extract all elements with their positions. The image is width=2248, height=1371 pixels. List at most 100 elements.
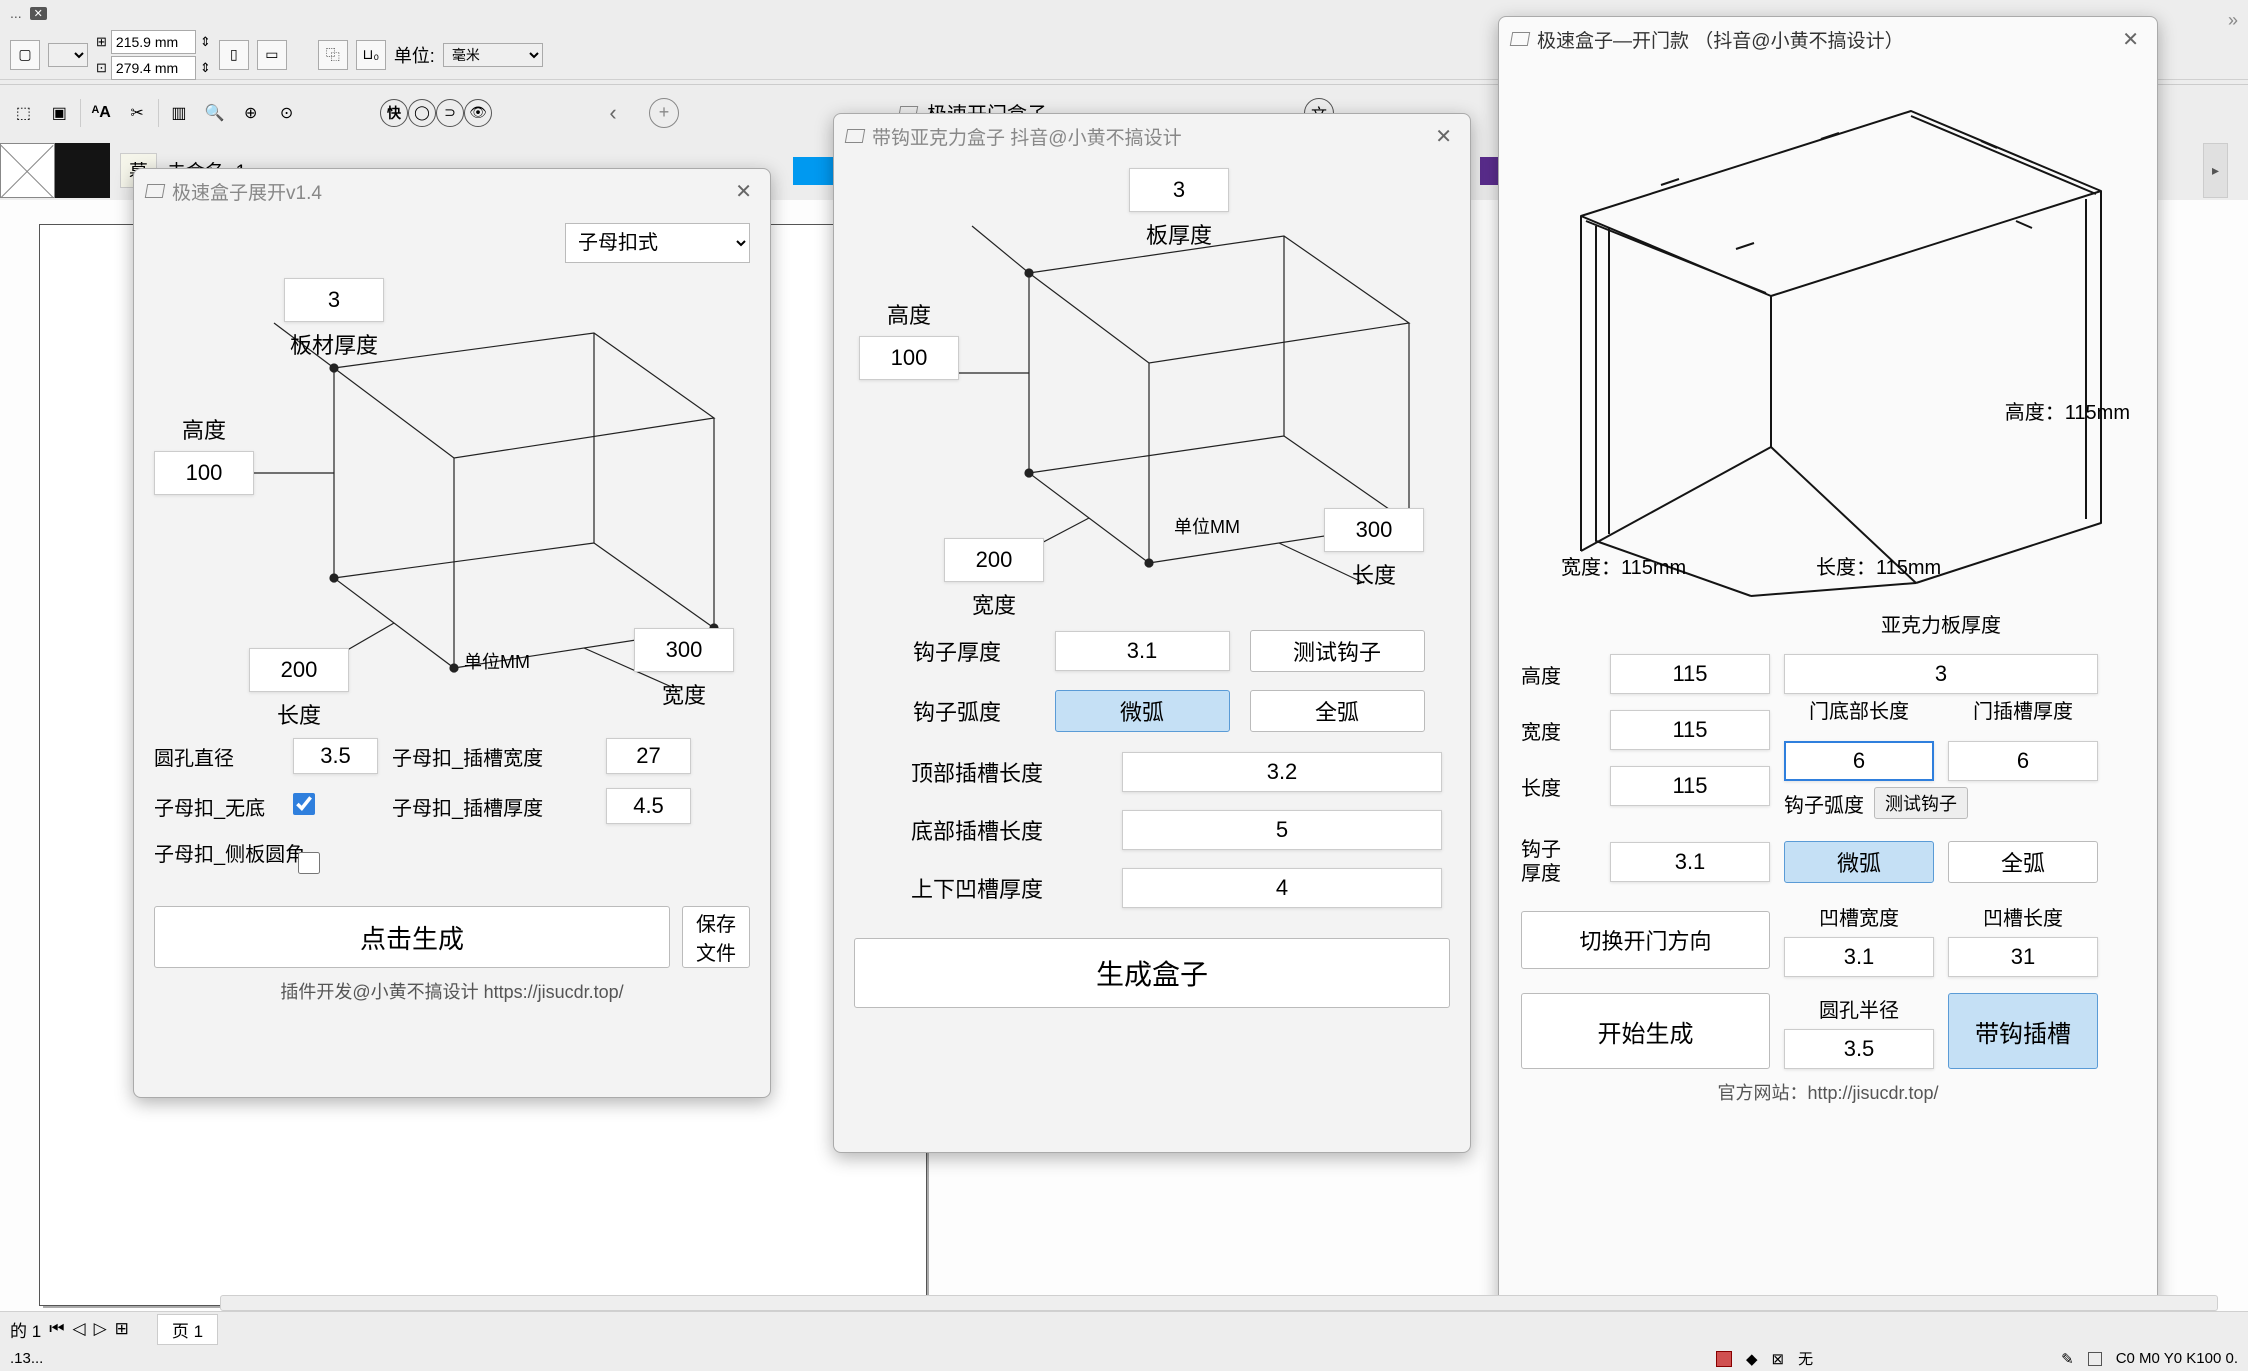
close-icon[interactable]: ✕ [729,179,758,204]
eye-icon[interactable]: 👁 [464,99,492,127]
d2-thickness-input[interactable] [1129,168,1229,212]
d3-height-input[interactable] [1610,654,1770,694]
width-input[interactable] [634,628,734,672]
thickness-input[interactable] [284,278,384,322]
slot-width-input[interactable] [606,738,691,774]
d2-height-group: 高度 [859,298,959,380]
micro-arc-button[interactable]: 微弧 [1055,690,1230,732]
zoom-icon[interactable]: 🔍 [199,97,230,129]
outline-swatch[interactable] [2088,1352,2102,1366]
prev-page-icon[interactable]: ◁ [73,1319,86,1339]
length-group: 长度 [249,648,349,730]
portrait-icon[interactable]: ▯ [219,40,249,70]
swatch-blue[interactable] [793,157,835,185]
record-icon[interactable] [1716,1351,1732,1367]
hole-diam-input[interactable] [293,738,378,774]
hole-r-input[interactable] [1784,1029,1934,1069]
hook-thick-input[interactable] [1055,631,1230,671]
d2-height-label: 高度 [859,298,959,330]
no-bottom-label: 子母扣_无底 [154,792,279,821]
side-radius-checkbox[interactable] [298,852,320,874]
d2-length-input[interactable] [1324,508,1424,552]
crop-icon[interactable]: ✂ [122,97,153,129]
magnify-icon[interactable]: ⊕ [235,97,266,129]
groove-thick-input[interactable] [1122,868,1442,908]
prev-tab-icon[interactable]: ‹ [592,100,634,126]
unit-select[interactable]: 毫米 [443,43,543,67]
no-fill-swatch[interactable] [0,143,55,198]
hook-slot-button[interactable]: 带钩插槽 [1948,993,2098,1069]
page-width-input[interactable] [111,30,196,54]
chevron-right-icon[interactable]: » [2228,10,2238,31]
pen-icon[interactable]: ✎ [2061,1350,2074,1368]
circle-icon-1[interactable]: ◯ [408,99,436,127]
swatch-scroll-right-icon[interactable]: ▸ [2203,143,2228,198]
slot-thick-input[interactable] [606,788,691,824]
groove-w-label: 凹槽宽度 [1784,902,1934,931]
page-tab[interactable]: 页 1 [157,1314,218,1345]
no-fill-icon[interactable]: ⊠ [1772,1350,1785,1368]
box-tool-icon[interactable]: ▢ [10,40,40,70]
page-height-input[interactable] [111,56,196,80]
d3-micro-arc-button[interactable]: 微弧 [1784,841,1934,883]
preset-dropdown[interactable] [48,43,88,67]
switch-door-button[interactable]: 切换开门方向 [1521,911,1770,969]
add-plugin-icon[interactable]: + [649,98,679,128]
height-input[interactable] [154,451,254,495]
d3-width-input[interactable] [1610,710,1770,750]
black-swatch[interactable] [55,143,110,198]
circle-icon-2[interactable]: ⊃ [436,99,464,127]
first-page-icon[interactable]: ⏮ [49,1319,64,1339]
text-tool-icon[interactable]: ᴬA [86,97,117,129]
next-page-icon[interactable]: ▷ [94,1319,107,1339]
start-generate-button[interactable]: 开始生成 [1521,993,1770,1069]
unit-mm-label: 单位MM [464,648,530,674]
dialog1-titlebar[interactable]: 极速盒子展开v1.4 ✕ [134,169,770,213]
add-page-icon[interactable]: ⊞ [115,1319,129,1339]
copy-pages-icon[interactable]: ⿻ [318,40,348,70]
door-len-input[interactable] [1784,741,1934,781]
doc-tab[interactable]: ... ✕ [10,5,47,21]
dialog3-titlebar[interactable]: 极速盒子—开门款 （抖音@小黄不搞设计） ✕ [1499,17,2157,61]
dialog2-titlebar[interactable]: 带钩亚克力盒子 抖音@小黄不搞设计 ✕ [834,114,1470,158]
close-tab-icon[interactable]: ✕ [30,7,47,20]
generate-box-button[interactable]: 生成盒子 [854,938,1450,1008]
fill-tool-icon[interactable]: ◆ [1746,1350,1758,1368]
select-icon[interactable]: ⬚ [8,97,39,129]
full-arc-button[interactable]: 全弧 [1250,690,1425,732]
h-scrollbar[interactable] [220,1295,2218,1311]
d2-width-input[interactable] [944,538,1044,582]
hole-r-label: 圆孔半径 [1784,994,1934,1023]
dialog-hook-box: 带钩亚克力盒子 抖音@小黄不搞设计 ✕ [833,113,1471,1153]
group-icon[interactable]: ▣ [44,97,75,129]
close-icon[interactable]: ✕ [2116,27,2145,52]
length-input[interactable] [249,648,349,692]
d3-test-hook-button[interactable]: 测试钩子 [1874,787,1968,819]
generate-button[interactable]: 点击生成 [154,906,670,968]
fit-icon[interactable]: ⊙ [271,97,302,129]
quick-icon[interactable]: 快 [380,99,408,127]
style-select[interactable]: 子母扣式 [565,223,750,263]
spinner-icon[interactable]: ⇕ [200,34,211,50]
no-bottom-checkbox[interactable] [293,793,315,815]
page-layout-icon[interactable]: ⊔₀ [356,40,386,70]
d3-hook-thick-input[interactable] [1610,842,1770,882]
spinner-icon[interactable]: ⇕ [200,60,211,76]
close-icon[interactable]: ✕ [1429,124,1458,149]
door-slot-input[interactable] [1948,741,2098,781]
groove-w-input[interactable] [1784,937,1934,977]
acrylic-input[interactable] [1784,654,2098,694]
footer-link[interactable]: http://jisucdr.top/ [1807,1083,1938,1103]
bottom-slot-input[interactable] [1122,810,1442,850]
save-button[interactable]: 保存 文件 [682,906,750,968]
test-hook-button[interactable]: 测试钩子 [1250,630,1425,672]
page-icon[interactable]: ▥ [164,97,195,129]
groove-l-input[interactable] [1948,937,2098,977]
groove-thick-label: 上下凹槽厚度 [862,872,1092,904]
groove-l-label: 凹槽长度 [1948,902,2098,931]
d3-full-arc-button[interactable]: 全弧 [1948,841,2098,883]
top-slot-input[interactable] [1122,752,1442,792]
landscape-icon[interactable]: ▭ [257,40,287,70]
d2-height-input[interactable] [859,336,959,380]
d3-length-input[interactable] [1610,766,1770,806]
